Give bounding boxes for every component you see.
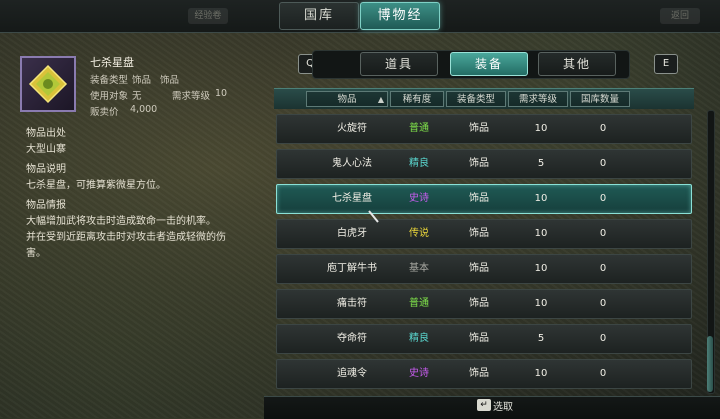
- cell-equip-type: 饰品: [469, 263, 489, 274]
- table-row[interactable]: 庖丁解牛书 基本 饰品 10 0: [276, 254, 692, 284]
- cell-treasury-count: 0: [599, 123, 607, 134]
- top-ghost-left: 经验卷: [188, 8, 228, 24]
- cell-treasury-count: 0: [599, 263, 607, 274]
- next-category-key[interactable]: E: [654, 54, 678, 74]
- cell-req-level: 10: [534, 193, 548, 204]
- table-row[interactable]: 痛击符 普通 饰品 10 0: [276, 289, 692, 319]
- info-line-3: 害。: [26, 248, 46, 259]
- bottom-bar: [264, 396, 720, 419]
- use-target-label: 使用对象: [90, 91, 129, 102]
- equip-type-value: 饰品: [132, 75, 152, 86]
- cell-treasury-count: 0: [599, 333, 607, 344]
- sort-icon: ▲: [377, 95, 384, 104]
- cell-req-level: 5: [537, 158, 545, 169]
- cell-treasury-count: 0: [599, 193, 607, 204]
- tab-equipment[interactable]: 装备: [450, 52, 528, 76]
- cell-rarity: 基本: [409, 263, 429, 274]
- cell-req-level: 10: [534, 123, 548, 134]
- info-heading: 物品情报: [26, 200, 66, 211]
- cell-rarity: 传说: [409, 228, 429, 239]
- item-list: 火旋符 普通 饰品 10 0 鬼人心法 精良 饰品 5 0 七杀星盘 史诗 饰品 10 0 白虎牙 传说 饰品 10…: [274, 108, 694, 394]
- table-row[interactable]: 夺命符 精良 饰品 5 0: [276, 324, 692, 354]
- scrollbar-thumb[interactable]: [707, 336, 713, 392]
- cell-equip-type: 饰品: [469, 228, 489, 239]
- cell-treasury-count: 0: [599, 298, 607, 309]
- item-name: 七杀星盘: [90, 56, 134, 69]
- cell-req-level: 10: [534, 298, 548, 309]
- origin-text: 大型山寨: [26, 144, 66, 155]
- header-treasury-count[interactable]: 国库数量: [570, 91, 630, 107]
- info-line-1: 大幅增加武将攻击时造成致命一击的机率。: [26, 216, 216, 227]
- table-row[interactable]: 白虎牙 传说 饰品 10 0: [276, 219, 692, 249]
- cell-req-level: 10: [534, 228, 548, 239]
- table-row[interactable]: 七杀星盘 史诗 饰品 10 0: [276, 184, 692, 214]
- equip-type-value-2: 饰品: [160, 75, 180, 86]
- cell-item-name: 追魂令: [337, 368, 367, 379]
- star-disk-icon: [28, 64, 68, 104]
- cell-item-name: 夺命符: [337, 333, 367, 344]
- cell-req-level: 5: [537, 333, 545, 344]
- cell-req-level: 10: [534, 368, 548, 379]
- cell-item-name: 火旋符: [337, 123, 367, 134]
- cell-req-level: 10: [534, 263, 548, 274]
- req-level-value: 10: [215, 88, 228, 99]
- cell-item-name: 痛击符: [337, 298, 367, 309]
- info-line-2: 并在受到近距离攻击时对攻击者造成轻微的伤: [26, 232, 226, 243]
- use-target-value: 无: [132, 91, 142, 102]
- cell-equip-type: 饰品: [469, 298, 489, 309]
- top-ghost-right[interactable]: 返回: [660, 8, 700, 24]
- item-icon-star-disk: [20, 56, 76, 112]
- cell-rarity: 精良: [409, 333, 429, 344]
- cell-equip-type: 饰品: [469, 368, 489, 379]
- cell-item-name: 鬼人心法: [332, 158, 372, 169]
- cell-rarity: 精良: [409, 158, 429, 169]
- select-action-label[interactable]: 选取: [493, 398, 513, 413]
- enter-key-icon: ↵: [477, 399, 491, 411]
- tab-items[interactable]: 道具: [360, 52, 438, 76]
- cell-rarity: 普通: [409, 298, 429, 309]
- cell-item-name: 庖丁解牛书: [327, 263, 377, 274]
- price-value: 4,000: [130, 104, 158, 115]
- mouse-cursor-icon: [368, 210, 379, 223]
- cell-treasury-count: 0: [599, 368, 607, 379]
- cell-item-name: 七杀星盘: [332, 193, 372, 204]
- header-item-label: 物品: [337, 94, 357, 105]
- header-equip-type[interactable]: 装备类型: [446, 91, 506, 107]
- tab-other[interactable]: 其他: [538, 52, 616, 76]
- origin-heading: 物品出处: [26, 128, 66, 139]
- price-label: 贩卖价: [90, 107, 119, 118]
- cell-equip-type: 饰品: [469, 123, 489, 134]
- description-heading: 物品说明: [26, 164, 66, 175]
- table-header: 物品 ▲ 稀有度 装备类型 需求等级 国库数量: [274, 88, 694, 109]
- tab-treasury[interactable]: 国库: [279, 2, 359, 30]
- cell-rarity: 史诗: [409, 368, 429, 379]
- cell-equip-type: 饰品: [469, 333, 489, 344]
- description-text: 七杀星盘，可推算紫微星方位。: [26, 180, 166, 191]
- top-navigation-bar: 经验卷 国库 博物经 返回: [0, 0, 720, 33]
- header-rarity[interactable]: 稀有度: [390, 91, 444, 107]
- header-item[interactable]: 物品 ▲: [306, 91, 388, 107]
- cell-rarity: 普通: [409, 123, 429, 134]
- cell-equip-type: 饰品: [469, 158, 489, 169]
- tab-encyclopedia[interactable]: 博物经: [360, 2, 440, 30]
- cell-equip-type: 饰品: [469, 193, 489, 204]
- header-req-level[interactable]: 需求等级: [508, 91, 568, 107]
- cell-treasury-count: 0: [599, 158, 607, 169]
- req-level-label: 需求等级: [172, 91, 211, 102]
- table-row[interactable]: 鬼人心法 精良 饰品 5 0: [276, 149, 692, 179]
- cell-item-name: 白虎牙: [337, 228, 367, 239]
- table-row[interactable]: 火旋符 普通 饰品 10 0: [276, 114, 692, 144]
- equip-type-label: 装备类型: [90, 75, 129, 86]
- cell-treasury-count: 0: [599, 228, 607, 239]
- table-row[interactable]: 追魂令 史诗 饰品 10 0: [276, 359, 692, 389]
- cell-rarity: 史诗: [409, 193, 429, 204]
